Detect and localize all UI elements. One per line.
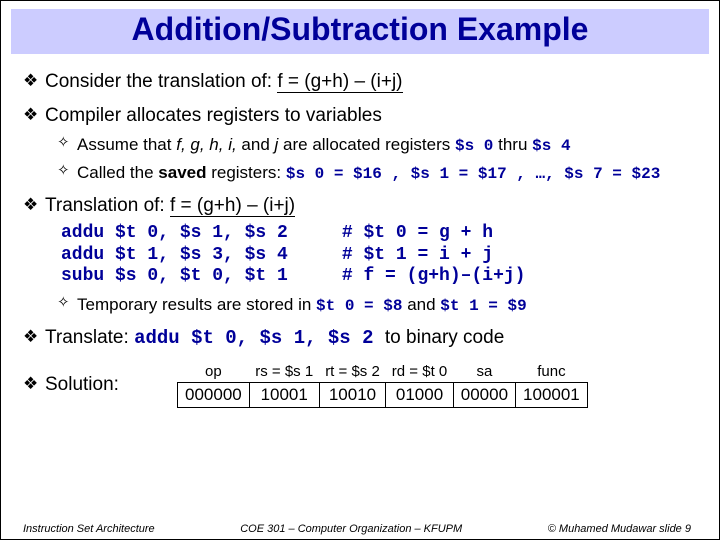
diamond-icon: ❖ (23, 373, 45, 394)
th-func: func (516, 363, 588, 383)
th-rd: rd = $t 0 (386, 363, 453, 383)
code-block: addu $t 0, $s 1, $s 2 # $t 0 = g + h add… (61, 223, 697, 288)
bullet-text: Solution: (45, 373, 119, 397)
bullet-solution: ❖ Solution: (23, 373, 173, 397)
encoding-table: op rs = $s 1 rt = $s 2 rd = $t 0 sa func… (177, 363, 588, 408)
footer-left: Instruction Set Architecture (23, 523, 155, 535)
bullet-text: Translation of: f = (g+h) – (i+j) (45, 194, 295, 218)
bullet-text: Translate: addu $t 0, $s 1, $s 2 to bina… (45, 326, 504, 351)
subbullet-temp: ✧ Temporary results are stored in $t 0 =… (57, 294, 697, 316)
th-rs: rs = $s 1 (249, 363, 319, 383)
subbullet-text: Temporary results are stored in $t 0 = $… (77, 294, 527, 316)
table-header-row: op rs = $s 1 rt = $s 2 rd = $t 0 sa func (178, 363, 588, 383)
td-rt: 10010 (319, 382, 386, 407)
bullet-text: Compiler allocates registers to variable… (45, 104, 382, 128)
td-rs: 10001 (249, 382, 319, 407)
bullet-translation: ❖ Translation of: f = (g+h) – (i+j) (23, 194, 697, 218)
slide-title-band: Addition/Subtraction Example (11, 9, 709, 54)
diamond-icon: ❖ (23, 104, 45, 125)
footer-right: © Muhamed Mudawar slide 9 (548, 523, 691, 535)
slide-body: ❖ Consider the translation of: f = (g+h)… (1, 54, 719, 408)
th-sa: sa (453, 363, 515, 383)
td-func: 100001 (516, 382, 588, 407)
td-op: 000000 (178, 382, 250, 407)
subbullet-saved: ✧ Called the saved registers: $s 0 = $16… (57, 162, 697, 184)
hollow-diamond-icon: ✧ (57, 134, 77, 153)
diamond-icon: ❖ (23, 326, 45, 347)
hollow-diamond-icon: ✧ (57, 162, 77, 181)
diamond-icon: ❖ (23, 70, 45, 91)
bullet-text: Consider the translation of: f = (g+h) –… (45, 70, 403, 94)
bullet-consider: ❖ Consider the translation of: f = (g+h)… (23, 70, 697, 94)
td-sa: 00000 (453, 382, 515, 407)
subbullet-text: Assume that f, g, h, i, and j are alloca… (77, 134, 571, 156)
td-rd: 01000 (386, 382, 453, 407)
table-row: 000000 10001 10010 01000 00000 100001 (178, 382, 588, 407)
bullet-compiler: ❖ Compiler allocates registers to variab… (23, 104, 697, 128)
th-rt: rt = $s 2 (319, 363, 386, 383)
slide-title: Addition/Subtraction Example (11, 11, 709, 48)
footer-center: COE 301 – Computer Organization – KFUPM (240, 523, 462, 535)
slide-footer: Instruction Set Architecture COE 301 – C… (1, 523, 719, 535)
expression: f = (g+h) – (i+j) (277, 71, 402, 93)
hollow-diamond-icon: ✧ (57, 294, 77, 313)
subbullet-assume: ✧ Assume that f, g, h, i, and j are allo… (57, 134, 697, 156)
subbullet-text: Called the saved registers: $s 0 = $16 ,… (77, 162, 660, 184)
diamond-icon: ❖ (23, 194, 45, 215)
th-op: op (178, 363, 250, 383)
solution-row: ❖ Solution: op rs = $s 1 rt = $s 2 rd = … (23, 363, 697, 408)
bullet-translate: ❖ Translate: addu $t 0, $s 1, $s 2 to bi… (23, 326, 697, 351)
expression: f = (g+h) – (i+j) (170, 195, 295, 217)
